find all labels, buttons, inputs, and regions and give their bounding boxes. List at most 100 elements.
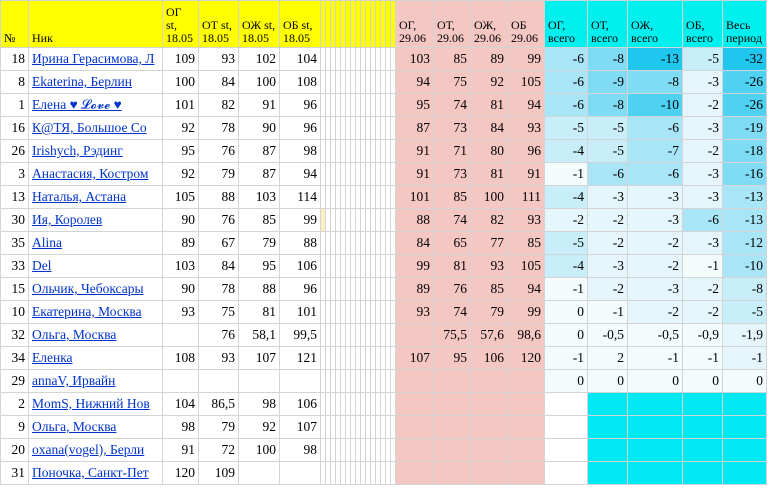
nick-cell[interactable]: Поночка, Санкт-Пет	[28, 461, 163, 485]
diff-value[interactable]	[544, 392, 588, 416]
end-value[interactable]: 99	[507, 300, 545, 324]
period-total[interactable]	[722, 392, 767, 416]
header-ot-start[interactable]: ОТ st, 18.05	[198, 0, 239, 48]
start-value[interactable]: 89	[162, 231, 199, 255]
start-value[interactable]	[279, 369, 321, 393]
end-value[interactable]	[433, 461, 471, 485]
end-value[interactable]: 107	[395, 346, 434, 370]
end-value[interactable]	[507, 461, 545, 485]
start-value[interactable]: 109	[162, 47, 199, 71]
start-value[interactable]: 104	[279, 47, 321, 71]
start-value[interactable]: 103	[238, 185, 280, 209]
diff-value[interactable]: -3	[627, 277, 683, 301]
row-index[interactable]: 31	[0, 461, 29, 485]
diff-value[interactable]: 0	[544, 369, 588, 393]
start-value[interactable]: 106	[279, 254, 321, 278]
start-value[interactable]: 76	[198, 208, 239, 232]
end-value[interactable]	[470, 369, 508, 393]
start-value[interactable]: 91	[162, 438, 199, 462]
end-value[interactable]: 88	[395, 208, 434, 232]
start-value[interactable]	[238, 461, 280, 485]
diff-value[interactable]: -3	[682, 116, 723, 140]
end-value[interactable]	[395, 438, 434, 462]
end-value[interactable]: 76	[433, 277, 471, 301]
period-total[interactable]: -19	[722, 116, 767, 140]
start-value[interactable]: 85	[238, 208, 280, 232]
nick-link[interactable]: Поночка, Санкт-Пет	[32, 465, 149, 480]
start-value[interactable]: 82	[198, 93, 239, 117]
end-value[interactable]: 87	[395, 116, 434, 140]
period-total[interactable]: -10	[722, 254, 767, 278]
start-value[interactable]: 109	[198, 461, 239, 485]
start-value[interactable]: 107	[238, 346, 280, 370]
period-total[interactable]: -13	[722, 185, 767, 209]
header-oj-total[interactable]: ОЖ, всего	[627, 0, 683, 48]
end-value[interactable]: 99	[395, 254, 434, 278]
nick-link[interactable]: Наталья, Астана	[32, 189, 126, 204]
end-value[interactable]: 85	[507, 231, 545, 255]
end-value[interactable]: 71	[433, 139, 471, 163]
diff-value[interactable]: -3	[682, 70, 723, 94]
start-value[interactable]: 93	[162, 300, 199, 324]
start-value[interactable]: 108	[162, 346, 199, 370]
diff-value[interactable]	[627, 392, 683, 416]
start-value[interactable]: 67	[198, 231, 239, 255]
period-total[interactable]: -1,9	[722, 323, 767, 347]
end-value[interactable]: 74	[433, 300, 471, 324]
diff-value[interactable]: -2	[682, 139, 723, 163]
period-total[interactable]: -8	[722, 277, 767, 301]
diff-value[interactable]: -6	[544, 70, 588, 94]
start-value[interactable]: 76	[198, 323, 239, 347]
diff-value[interactable]: -2	[682, 93, 723, 117]
header-og-end[interactable]: ОГ, 29.06	[395, 0, 434, 48]
row-index[interactable]: 26	[0, 139, 29, 163]
diff-value[interactable]	[587, 415, 628, 439]
diff-value[interactable]: -0,9	[682, 323, 723, 347]
start-value[interactable]: 86,5	[198, 392, 239, 416]
diff-value[interactable]: -3	[587, 185, 628, 209]
nick-link[interactable]: Елена ♥ 𝓛𝓸𝓿𝓮 ♥	[32, 97, 122, 112]
start-value[interactable]: 88	[238, 277, 280, 301]
end-value[interactable]: 100	[470, 185, 508, 209]
diff-value[interactable]	[682, 461, 723, 485]
nick-cell[interactable]: Ия, Королев	[28, 208, 163, 232]
diff-value[interactable]: -1	[544, 346, 588, 370]
start-value[interactable]	[238, 369, 280, 393]
nick-cell[interactable]: Ольга, Москва	[28, 415, 163, 439]
diff-value[interactable]: -2	[544, 208, 588, 232]
diff-value[interactable]: -6	[544, 47, 588, 71]
period-total[interactable]: 0	[722, 369, 767, 393]
end-value[interactable]: 94	[395, 70, 434, 94]
header-ob-total[interactable]: ОБ, всего	[682, 0, 723, 48]
diff-value[interactable]: 0	[587, 369, 628, 393]
diff-value[interactable]: 0	[544, 300, 588, 324]
end-value[interactable]: 74	[433, 93, 471, 117]
diff-value[interactable]: -2	[587, 231, 628, 255]
nick-cell[interactable]: Наталья, Астана	[28, 185, 163, 209]
row-index[interactable]: 30	[0, 208, 29, 232]
diff-value[interactable]: -4	[544, 254, 588, 278]
start-value[interactable]: 98	[279, 438, 321, 462]
start-value[interactable]: 90	[238, 116, 280, 140]
start-value[interactable]: 87	[238, 139, 280, 163]
end-value[interactable]	[470, 461, 508, 485]
start-value[interactable]: 108	[279, 70, 321, 94]
start-value[interactable]: 96	[279, 93, 321, 117]
diff-value[interactable]: -2	[682, 277, 723, 301]
end-value[interactable]: 105	[507, 254, 545, 278]
end-value[interactable]: 81	[433, 254, 471, 278]
diff-value[interactable]	[682, 392, 723, 416]
start-value[interactable]: 81	[238, 300, 280, 324]
row-index[interactable]: 9	[0, 415, 29, 439]
start-value[interactable]: 87	[238, 162, 280, 186]
diff-value[interactable]	[587, 392, 628, 416]
nick-link[interactable]: Ирина Герасимова, Л	[32, 51, 154, 66]
diff-value[interactable]: -1	[682, 254, 723, 278]
nick-link[interactable]: Екатерина, Москва	[32, 304, 142, 319]
nick-link[interactable]: Ольга, Москва	[32, 419, 116, 434]
row-index[interactable]: 32	[0, 323, 29, 347]
end-value[interactable]: 91	[395, 139, 434, 163]
end-value[interactable]: 94	[507, 93, 545, 117]
nick-cell[interactable]: Елена ♥ 𝓛𝓸𝓿𝓮 ♥	[28, 93, 163, 117]
start-value[interactable]: 99,5	[279, 323, 321, 347]
